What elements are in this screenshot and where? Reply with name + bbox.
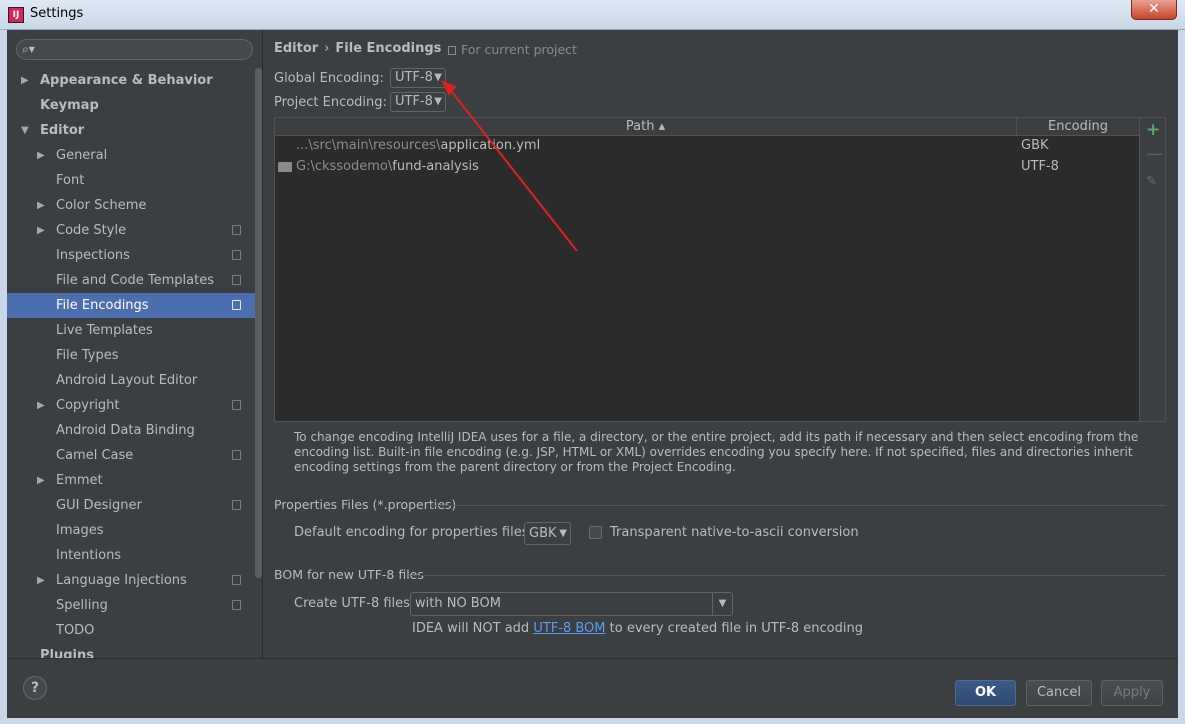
- help-button[interactable]: ?: [23, 676, 47, 700]
- annotation-arrow: [440, 80, 578, 252]
- ok-button[interactable]: OK: [955, 680, 1016, 706]
- annotation-arrow-line: [451, 91, 578, 252]
- dialog-button-bar: ? OK Cancel Apply: [7, 658, 1178, 718]
- cancel-button[interactable]: Cancel: [1026, 680, 1092, 706]
- apply-button[interactable]: Apply: [1101, 680, 1163, 706]
